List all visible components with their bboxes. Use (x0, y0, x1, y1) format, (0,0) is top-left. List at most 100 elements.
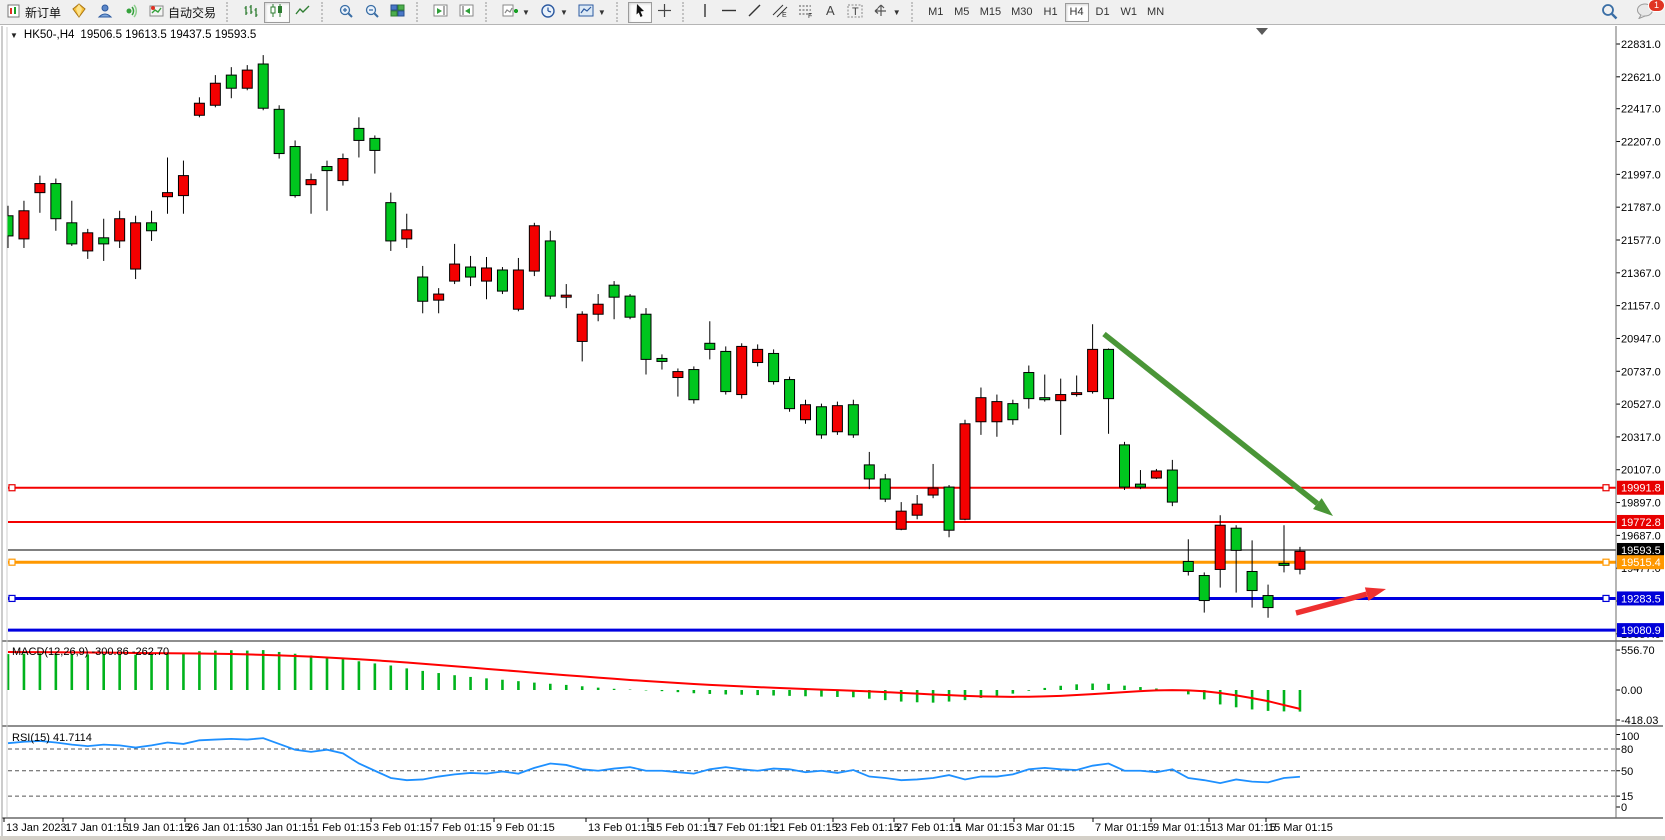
toolbar: 新订单 自动交易 (0, 0, 1665, 25)
timeframe-h4[interactable]: H4 (1065, 3, 1089, 22)
candle-body (880, 479, 890, 499)
crosshair-button[interactable] (652, 2, 677, 23)
candle-body (1199, 576, 1209, 601)
zoom-out-button[interactable] (359, 2, 385, 23)
signal-icon (123, 3, 139, 21)
line-handle[interactable] (9, 559, 15, 565)
chart-shift-button[interactable] (428, 2, 454, 23)
zoom-in-icon (338, 3, 354, 22)
price-tag-label: 19772.8 (1621, 517, 1661, 529)
bar-chart-button[interactable] (238, 2, 264, 23)
autotrading-label: 自动交易 (168, 4, 216, 21)
price-tag-label: 19515.4 (1621, 557, 1661, 569)
add-indicator-button[interactable]: ▼ (497, 2, 535, 23)
line-handle[interactable] (9, 595, 15, 601)
period-icon (540, 3, 556, 22)
candle-body (609, 285, 619, 297)
timeframe-m1[interactable]: M1 (924, 3, 948, 22)
candle-body (19, 211, 29, 239)
price-tick-label: 20947.0 (1621, 333, 1661, 345)
candle-body (402, 230, 412, 239)
timeframe-w1[interactable]: W1 (1117, 3, 1142, 22)
svg-text:A: A (826, 3, 835, 18)
trendline-button[interactable] (742, 2, 767, 23)
cursor-button[interactable] (628, 2, 652, 23)
timeframe-d1[interactable]: D1 (1091, 3, 1115, 22)
candlestick-chart-button[interactable] (264, 2, 290, 23)
label-button[interactable]: T (842, 2, 868, 23)
candle-body (1295, 551, 1305, 569)
price-tick-label: 22417.0 (1621, 104, 1661, 116)
autotrading-button[interactable]: 自动交易 (144, 2, 221, 23)
chart-window: 22831.022621.022417.022207.021997.021787… (0, 25, 1665, 840)
price-tag-label: 19283.5 (1621, 593, 1661, 605)
chevron-down-icon: ▼ (522, 8, 530, 17)
vertical-line-button[interactable] (694, 2, 716, 23)
time-tick-label: 17 Jan 01:15 (65, 822, 129, 834)
time-tick-label: 3 Feb 01:15 (373, 822, 432, 834)
text-button[interactable]: A (819, 2, 842, 23)
candle-body (545, 241, 555, 296)
template-button[interactable]: ▼ (573, 2, 611, 23)
candle-body (960, 424, 970, 519)
notifications-button[interactable]: 1 (1631, 2, 1659, 23)
candle-body (864, 465, 874, 479)
candle-body (832, 406, 842, 432)
macd-tick-label: 0.00 (1621, 685, 1642, 697)
candle-body (1279, 563, 1289, 565)
timeframe-h1[interactable]: H1 (1039, 3, 1063, 22)
channel-button[interactable]: E (767, 2, 793, 23)
line-handle[interactable] (1603, 559, 1609, 565)
candle-body (912, 504, 922, 515)
price-tick-label: 20527.0 (1621, 399, 1661, 411)
line-handle[interactable] (1603, 595, 1609, 601)
candle-body (354, 128, 364, 140)
candle-body (497, 270, 507, 291)
price-tick-label: 20317.0 (1621, 432, 1661, 444)
candle-body (1056, 395, 1066, 401)
line-chart-button[interactable] (290, 2, 316, 23)
time-tick-label: 13 Feb 01:15 (588, 822, 653, 834)
candle-body (944, 487, 954, 530)
timeframe-m15[interactable]: M15 (976, 3, 1005, 22)
signal-button[interactable] (118, 2, 144, 23)
price-tick-label: 21787.0 (1621, 202, 1661, 214)
fibonacci-button[interactable]: F (793, 2, 819, 23)
search-button[interactable] (1596, 2, 1623, 23)
candle-body (577, 314, 587, 341)
autotrading-icon (149, 3, 165, 21)
candlestick-chart-icon (269, 3, 285, 21)
zoom-in-button[interactable] (333, 2, 359, 23)
gem-icon (71, 3, 87, 21)
candle-body (1151, 471, 1161, 478)
new-order-label: 新订单 (25, 4, 61, 21)
gem-button[interactable] (66, 2, 92, 23)
candle-body (801, 405, 811, 420)
toolbar-separator (682, 2, 691, 22)
timeframe-m5[interactable]: M5 (950, 3, 974, 22)
notification-badge: 1 (1648, 0, 1665, 12)
profile-button[interactable] (92, 2, 118, 23)
price-tag-label: 19593.5 (1621, 545, 1661, 557)
chart-autoscroll-button[interactable] (454, 2, 480, 23)
new-order-button[interactable]: 新订单 (2, 2, 66, 23)
candle-body (1135, 484, 1145, 487)
candle-body (785, 380, 795, 409)
shapes-button[interactable]: ▼ (868, 2, 906, 23)
rsi-tick-label: 0 (1621, 802, 1627, 814)
horizontal-line-button[interactable] (716, 2, 742, 23)
candle-body (513, 270, 523, 309)
candle-body (274, 109, 284, 153)
line-handle[interactable] (9, 485, 15, 491)
timeframe-m30[interactable]: M30 (1007, 3, 1036, 22)
chart-canvas[interactable]: 22831.022621.022417.022207.021997.021787… (0, 25, 1665, 840)
chevron-down-icon: ▼ (598, 8, 606, 17)
candle-body (657, 358, 667, 361)
tile-windows-button[interactable] (385, 2, 411, 23)
period-button[interactable]: ▼ (535, 2, 573, 23)
line-chart-icon (295, 3, 311, 21)
line-handle[interactable] (1603, 485, 1609, 491)
candle-body (721, 351, 731, 391)
toolbar-separator (321, 2, 330, 22)
timeframe-mn[interactable]: MN (1143, 3, 1168, 22)
